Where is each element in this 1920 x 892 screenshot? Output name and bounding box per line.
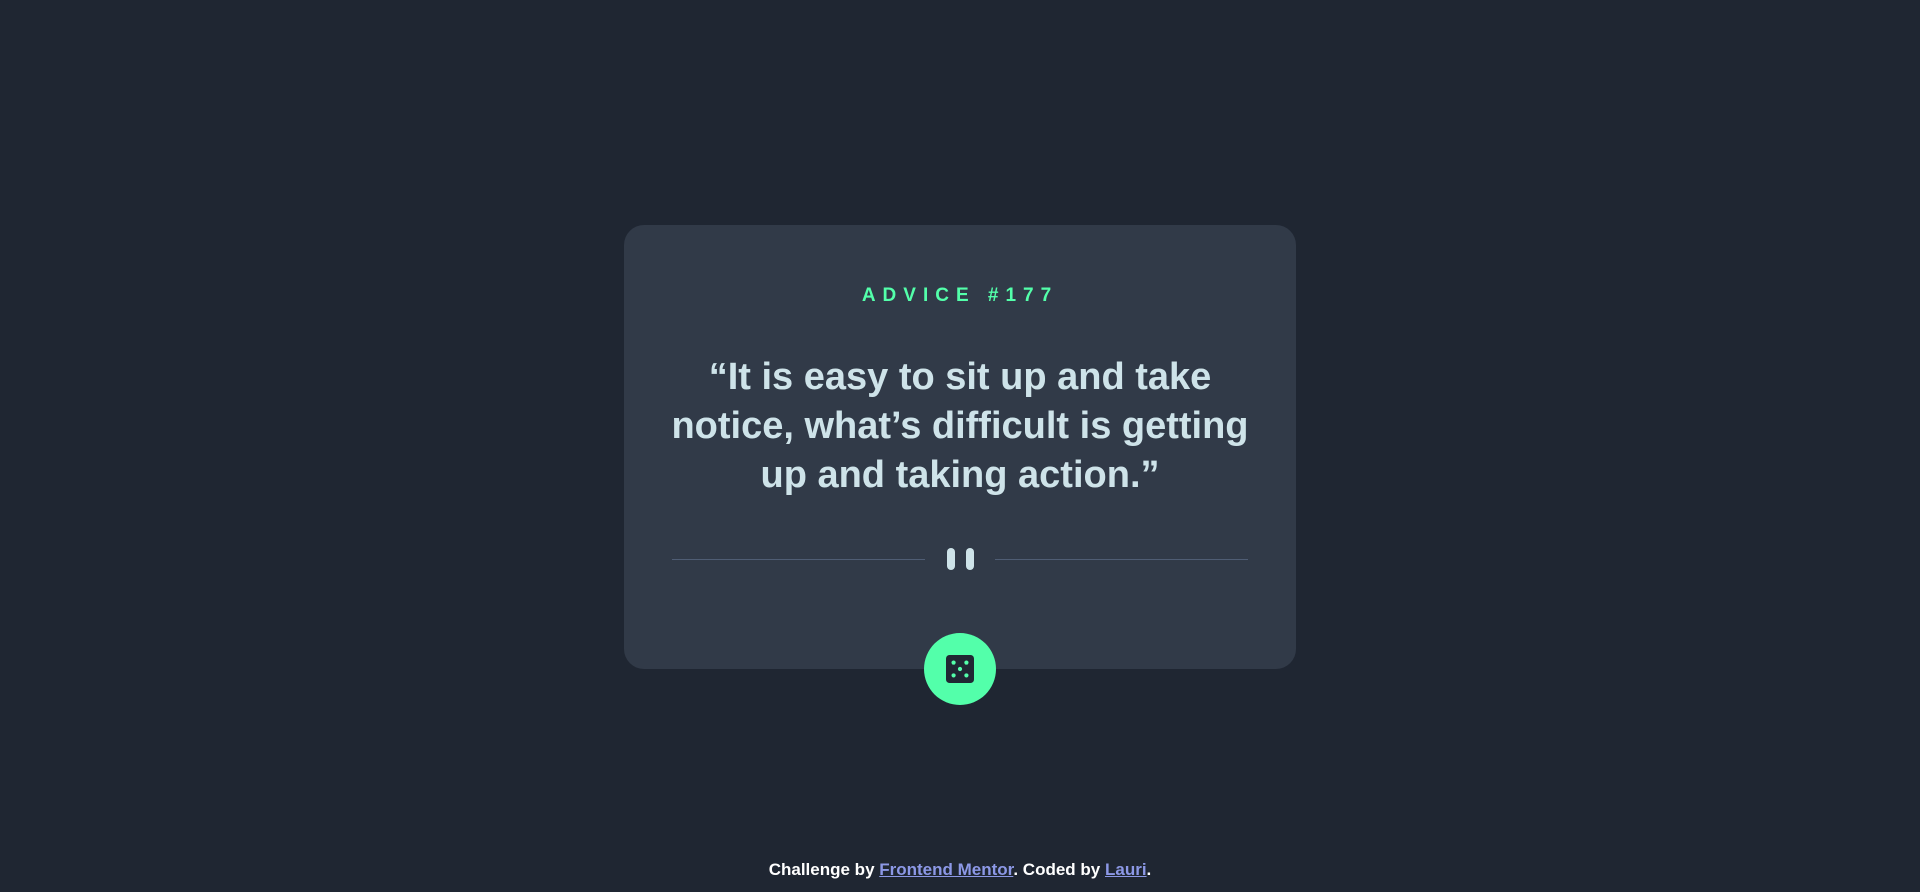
attribution-footer: Challenge by Frontend Mentor. Coded by L… (0, 860, 1920, 880)
pause-bar (947, 548, 955, 570)
author-link[interactable]: Lauri (1105, 860, 1147, 879)
frontend-mentor-link[interactable]: Frontend Mentor (879, 860, 1013, 879)
pause-icon (947, 548, 974, 572)
divider-line-left (672, 559, 925, 560)
advice-text: “It is easy to sit up and take notice, w… (671, 356, 1249, 496)
advice-card: ADVICE #177 “It is easy to sit up and ta… (624, 225, 1296, 669)
pause-bar (966, 548, 974, 570)
footer-suffix: . (1146, 860, 1152, 879)
divider-line-right (995, 559, 1248, 560)
footer-middle: . Coded by (1013, 860, 1105, 879)
footer-prefix: Challenge by (768, 860, 880, 879)
advice-id: ADVICE #177 (861, 285, 1059, 306)
divider (672, 548, 1248, 572)
dice-icon (946, 655, 974, 683)
generate-advice-button[interactable] (924, 633, 996, 705)
